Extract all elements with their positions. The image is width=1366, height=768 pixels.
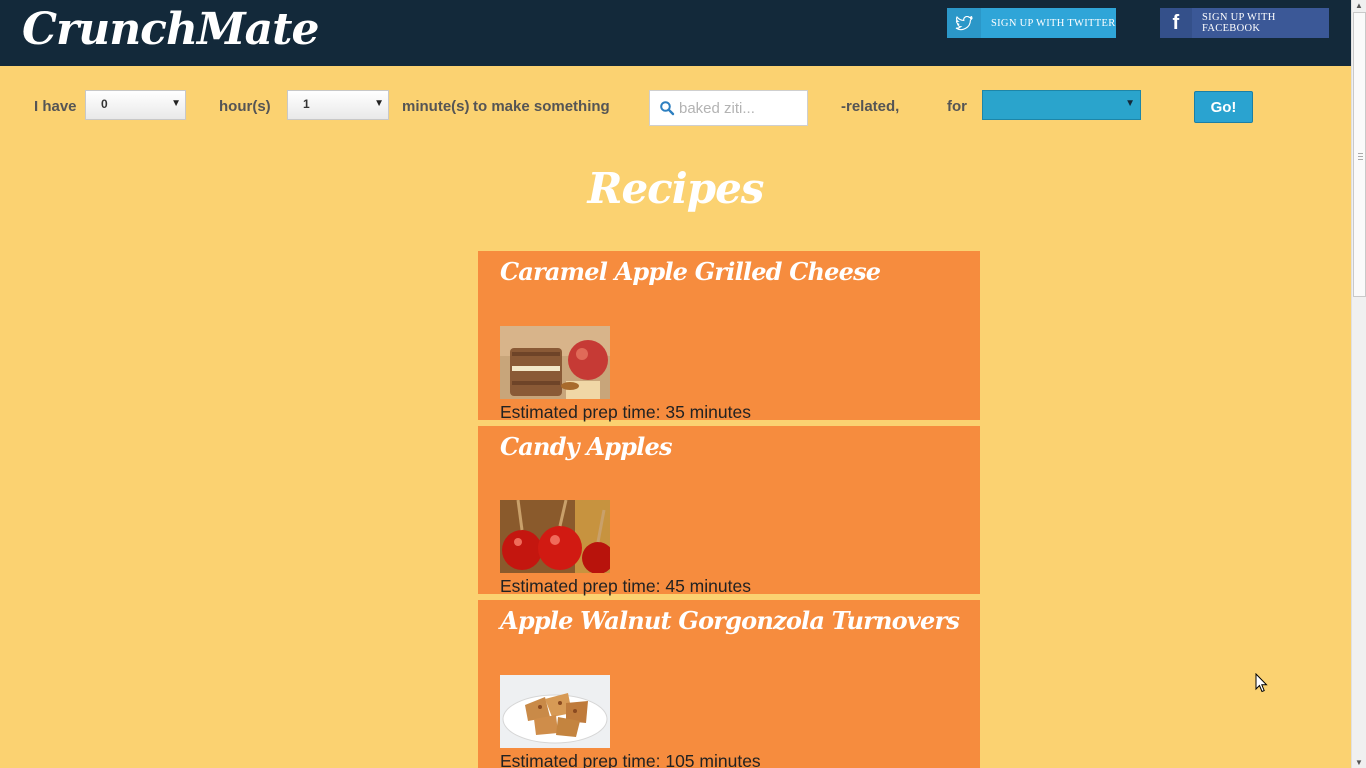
sign-up-facebook-button[interactable]: f Sign up with Facebook bbox=[1160, 8, 1329, 38]
hours-value: 0 bbox=[101, 97, 108, 111]
recipe-title[interactable]: Apple Walnut Gorgonzola Turnovers bbox=[500, 606, 960, 635]
recipe-image[interactable] bbox=[500, 675, 610, 748]
scrollbar-thumb[interactable] bbox=[1353, 12, 1366, 297]
make-something-label: to make something bbox=[473, 98, 610, 115]
minutes-value: 1 bbox=[303, 97, 310, 111]
prep-time: Estimated prep time: 105 minutes bbox=[500, 751, 761, 768]
site-logo[interactable]: CrunchMate bbox=[22, 4, 319, 55]
prep-time: Estimated prep time: 45 minutes bbox=[500, 576, 751, 596]
scroll-down-arrow-icon[interactable]: ▼ bbox=[1355, 758, 1363, 767]
hours-label: hour(s) bbox=[219, 98, 271, 115]
recipe-image[interactable] bbox=[500, 326, 610, 399]
twitter-label: Sign up with Twitter bbox=[991, 17, 1116, 29]
recipe-search-field[interactable] bbox=[649, 90, 808, 126]
go-button[interactable]: Go! bbox=[1194, 91, 1253, 123]
vertical-scrollbar[interactable]: ▲ ▼ bbox=[1351, 0, 1366, 768]
recipe-title[interactable]: Caramel Apple Grilled Cheese bbox=[500, 257, 881, 286]
i-have-label: I have bbox=[34, 98, 77, 115]
recipe-image[interactable] bbox=[500, 500, 610, 573]
prep-time: Estimated prep time: 35 minutes bbox=[500, 402, 751, 422]
related-label: -related, bbox=[841, 98, 900, 115]
scroll-up-arrow-icon[interactable]: ▲ bbox=[1355, 1, 1363, 10]
dropdown-arrow-icon: ▼ bbox=[1125, 98, 1135, 109]
recipe-card[interactable]: Apple Walnut Gorgonzola Turnovers Estima… bbox=[478, 600, 980, 768]
dropdown-arrow-icon: ▼ bbox=[374, 98, 384, 109]
for-select[interactable]: ▼ bbox=[982, 90, 1141, 120]
mouse-pointer-icon bbox=[1255, 672, 1268, 698]
twitter-icon bbox=[947, 8, 981, 38]
hours-select[interactable]: 0 ▼ bbox=[85, 90, 186, 120]
minutes-label: minute(s) bbox=[402, 98, 470, 115]
facebook-label: Sign up with Facebook bbox=[1202, 12, 1276, 34]
search-icon bbox=[659, 100, 675, 116]
dropdown-arrow-icon: ▼ bbox=[171, 98, 181, 109]
minutes-select[interactable]: 1 ▼ bbox=[287, 90, 389, 120]
facebook-icon: f bbox=[1160, 8, 1193, 38]
for-label: for bbox=[947, 98, 967, 115]
search-input[interactable] bbox=[679, 99, 799, 117]
recipe-card[interactable]: Caramel Apple Grilled Cheese Estimated p… bbox=[478, 251, 980, 422]
recipe-title[interactable]: Candy Apples bbox=[500, 432, 672, 461]
top-bar: CrunchMate Sign up with Twitter f Sign u… bbox=[0, 0, 1351, 66]
recipe-card[interactable]: Candy Apples Estimated prep time: 45 min… bbox=[478, 426, 980, 596]
page-title: Recipes bbox=[587, 164, 765, 213]
sign-up-twitter-button[interactable]: Sign up with Twitter bbox=[947, 8, 1116, 38]
grip-icon bbox=[1358, 153, 1363, 154]
